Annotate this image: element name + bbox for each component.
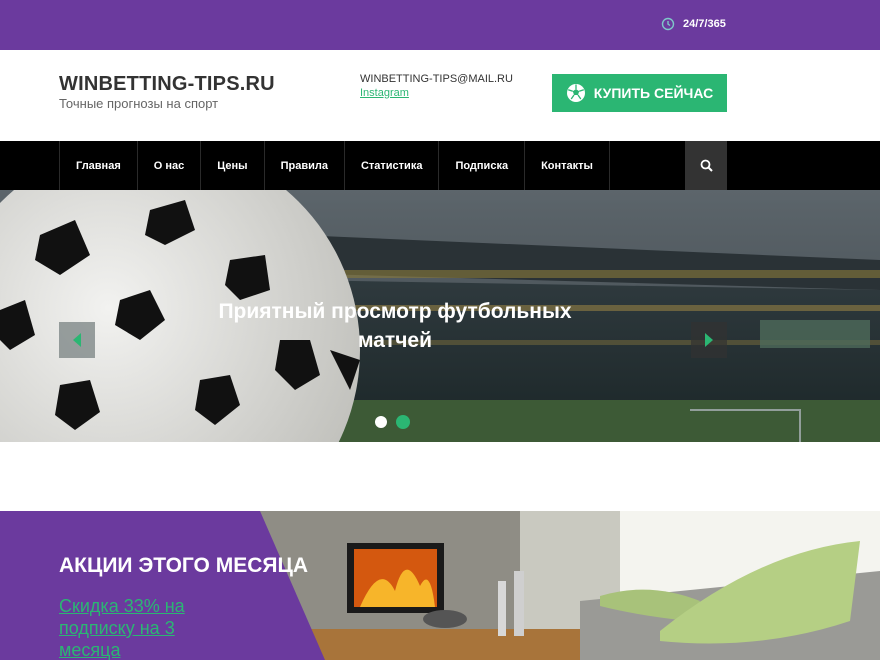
buy-now-label: КУПИТЬ СЕЙЧАС [593,85,714,101]
nav-item-about[interactable]: О нас [136,141,201,190]
search-button[interactable] [685,141,727,190]
clock-icon [661,17,675,31]
nav-menu: Главная О нас Цены Правила Статистика По… [59,141,610,190]
nav-item-home[interactable]: Главная [59,141,137,190]
site-tagline: Точные прогнозы на спорт [59,96,219,111]
promo-discount-link[interactable]: Скидка 33% на подписку на 3 месяца [59,595,219,660]
brand[interactable]: WINBETTING-TIPS.RU Точные прогнозы на сп… [59,73,275,111]
hours-text: 24/7/365 [683,18,726,30]
top-bar: 24/7/365 [0,0,880,50]
slider-next-button[interactable] [691,322,727,358]
hero-slider: Приятный просмотр футбольных матчей [0,190,880,442]
page: 24/7/365 WINBETTING-TIPS.RU Точные прогн… [0,0,880,660]
nav-item-rules[interactable]: Правила [263,141,344,190]
promo-section: АКЦИИ ЭТОГО МЕСЯЦА Скидка 33% на подписк… [0,511,880,660]
slider-dot-1[interactable] [375,416,387,428]
slider-pagination [375,415,410,429]
working-hours: 24/7/365 [661,17,726,31]
nav-item-prices[interactable]: Цены [200,141,263,190]
site-header: WINBETTING-TIPS.RU Точные прогнозы на сп… [0,50,880,141]
buy-now-button[interactable]: КУПИТЬ СЕЙЧАС [552,74,727,112]
contact-info: WINBETTING-TIPS@MAIL.RU Instagram [360,72,513,100]
nav-item-subscription[interactable]: Подписка [438,141,524,190]
main-nav: Главная О нас Цены Правила Статистика По… [0,141,880,190]
site-title[interactable]: WINBETTING-TIPS.RU [59,73,275,95]
instagram-link[interactable]: Instagram [360,86,513,100]
hero-title: Приятный просмотр футбольных матчей [218,300,572,352]
search-icon [700,159,713,172]
chevron-left-icon [73,333,81,347]
email-address[interactable]: WINBETTING-TIPS@MAIL.RU [360,72,513,86]
soccer-ball-icon [566,84,585,102]
slider-prev-button[interactable] [59,322,95,358]
promo-title: АКЦИИ ЭТОГО МЕСЯЦА [59,554,308,577]
slider-dot-2[interactable] [396,415,410,429]
nav-item-contacts[interactable]: Контакты [524,141,610,190]
chevron-right-icon [705,333,713,347]
nav-item-statistics[interactable]: Статистика [343,141,439,190]
